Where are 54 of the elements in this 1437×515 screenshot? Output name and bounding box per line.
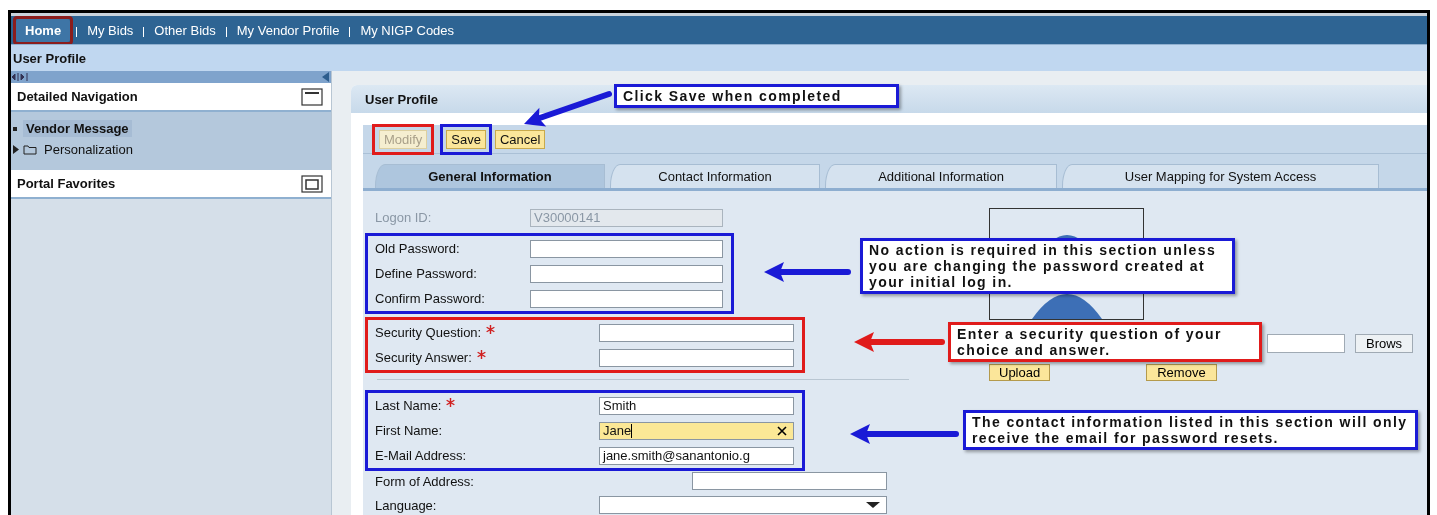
photo-button[interactable]: Upload <box>989 364 1051 381</box>
toolbar-button[interactable]: Save <box>446 129 486 149</box>
clear-icon[interactable] <box>777 425 787 436</box>
tab[interactable]: General Information <box>375 164 605 188</box>
field-label: Language: <box>375 497 437 513</box>
input-field[interactable] <box>530 239 723 258</box>
folder-icon <box>23 144 37 155</box>
field-label: Last Name: <box>375 398 442 413</box>
input-field[interactable] <box>599 348 794 367</box>
field-label: Security Answer: <box>375 350 472 365</box>
field-label: Form of Address: <box>375 473 474 489</box>
toolbar-button[interactable]: Cancel <box>494 129 546 149</box>
nav-tab[interactable]: My Vendor Profile <box>227 18 349 42</box>
field-label: Security Question: <box>375 325 482 340</box>
tab[interactable]: Contact Information <box>610 164 820 188</box>
bullet-icon <box>13 125 19 132</box>
input-field[interactable] <box>530 289 723 308</box>
input-field[interactable]: Smith <box>599 396 794 415</box>
nav-tab[interactable]: Home <box>16 18 71 42</box>
field-label: Logon ID: <box>375 210 433 225</box>
tab[interactable]: Additional Information <box>825 164 1057 188</box>
callout-note: Click Save when completed <box>614 84 899 108</box>
panel-title: User Profile <box>365 91 438 107</box>
callout-note: Enter a security question of your choice and answer. <box>948 322 1262 362</box>
nav-tab[interactable]: My Bids <box>78 18 143 42</box>
navigation-item[interactable]: Vendor Message <box>23 120 132 137</box>
nav-tab[interactable]: Other Bids <box>145 18 225 42</box>
dropdown-caret-icon <box>866 501 880 509</box>
input-field[interactable] <box>599 323 794 342</box>
dropdown-field[interactable] <box>599 496 887 514</box>
field-label: E-Mail Address: <box>375 448 467 463</box>
input-field[interactable] <box>692 472 887 490</box>
input-field[interactable] <box>530 264 723 283</box>
photo-button[interactable]: Remove <box>1146 364 1217 381</box>
page-title: User Profile <box>13 50 86 66</box>
field-label: Define Password: <box>375 266 478 281</box>
navigation-item[interactable]: Personalization <box>41 141 136 158</box>
tab[interactable]: User Mapping for System Access <box>1062 164 1379 188</box>
maximize-icon[interactable] <box>301 174 323 193</box>
field-label: First Name: <box>375 423 443 438</box>
callout-note: The contact information listed in this section will only receive the email for password resets. <box>963 410 1418 450</box>
expand-icon[interactable] <box>13 145 19 154</box>
minimize-icon[interactable] <box>301 87 323 106</box>
field-label: Old Password: <box>375 241 461 256</box>
callout-note: No action is required in this section unless you are changing the password created at your initial log in. <box>860 238 1235 294</box>
panel-title: Detailed Navigation <box>17 89 138 104</box>
collapse-icon[interactable] <box>322 72 329 82</box>
panel-title: Portal Favorites <box>17 176 116 191</box>
field-label: Confirm Password: <box>375 291 486 306</box>
input-field[interactable]: jane.smith@sanantonio.g <box>599 446 794 465</box>
input-field[interactable]: Jane <box>599 421 794 440</box>
nav-tab[interactable]: My NIGP Codes <box>351 18 464 42</box>
file-path-field[interactable] <box>1267 334 1345 353</box>
browse-button[interactable]: Brows <box>1355 334 1414 353</box>
